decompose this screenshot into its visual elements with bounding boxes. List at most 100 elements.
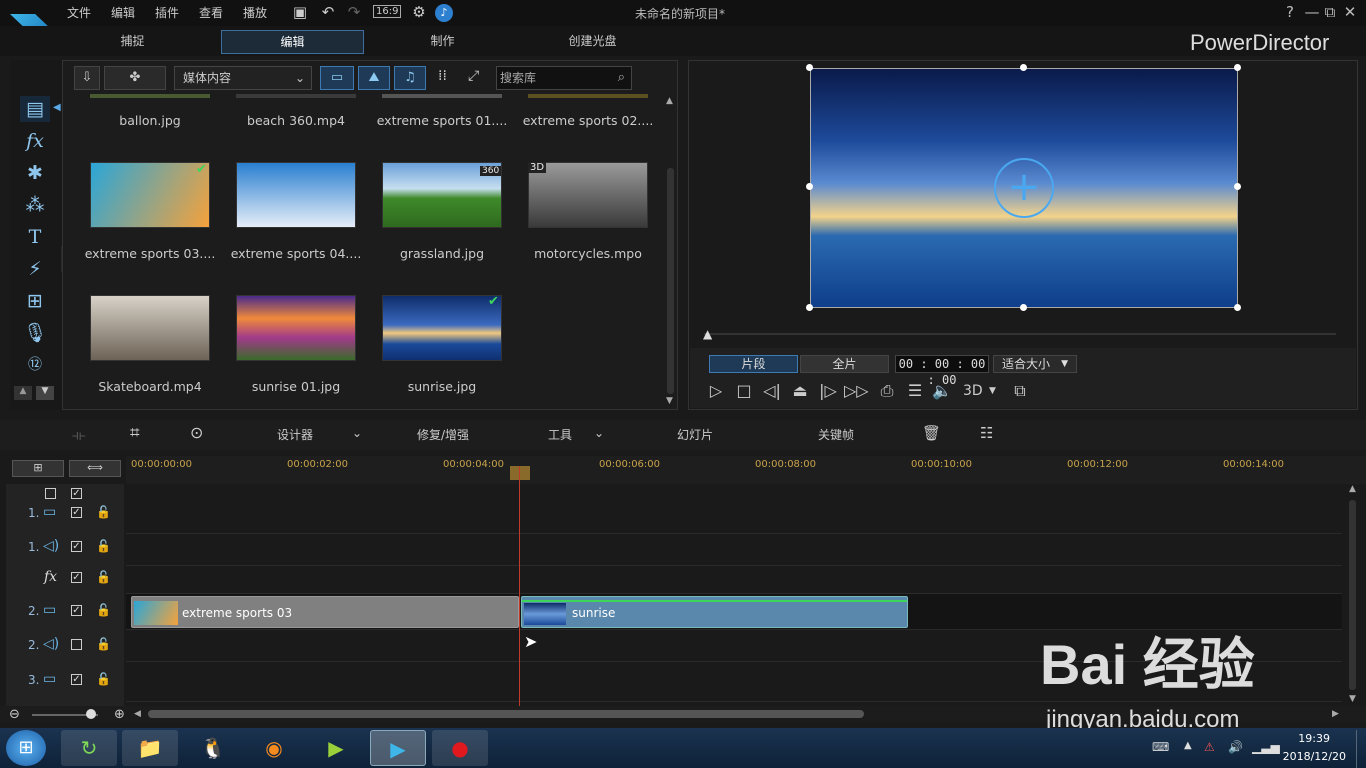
undock-window-icon[interactable]: ⧉ — [1008, 381, 1032, 401]
scroll-down-icon[interactable]: ▼ — [36, 386, 54, 400]
show-desktop-button[interactable] — [1356, 730, 1366, 768]
particle-room-icon[interactable]: ⁂ — [20, 192, 50, 218]
pip-room-icon[interactable]: ✱ — [20, 160, 50, 186]
lock-icon[interactable]: 🔓 — [96, 603, 111, 617]
library-search-input[interactable]: 搜索库 ⌕ — [496, 66, 632, 90]
chevron-down-icon[interactable]: ⌄ — [594, 426, 604, 440]
timeline-vscrollbar[interactable] — [1349, 500, 1356, 690]
library-scrollbar[interactable] — [667, 168, 674, 394]
lock-icon[interactable]: 🔓 — [96, 570, 111, 584]
minimize-button[interactable]: — — [1302, 3, 1322, 21]
filter-image-icon[interactable]: ⛰ — [358, 66, 390, 90]
split-marker-icon[interactable]: ⏏ — [788, 381, 812, 400]
sort-grid-icon[interactable]: ⁞⁞ — [438, 68, 447, 84]
track-enable-checkbox[interactable]: ✓ — [71, 572, 82, 583]
scroll-down-arrow-icon[interactable]: ▼ — [1349, 694, 1356, 704]
transition-room-icon[interactable]: ⚡ — [20, 256, 50, 282]
fit-timeline-icon[interactable]: ⟺ — [69, 460, 121, 477]
taskbar-powerdirector-icon[interactable]: ▶ — [370, 730, 426, 766]
seek-slider-handle[interactable]: ▲ — [703, 327, 712, 341]
media-room-icon[interactable]: ▤ — [20, 96, 50, 122]
track-lane[interactable] — [126, 500, 1342, 534]
aspect-ratio-button[interactable]: 16:9 — [373, 5, 402, 18]
network-warning-icon[interactable]: ⚠ — [1204, 740, 1215, 754]
taskbar-media-icon[interactable]: ▶ — [308, 730, 364, 766]
scroll-down-arrow-icon[interactable]: ▼ — [666, 396, 673, 406]
redo-icon[interactable]: ↷ — [344, 3, 364, 21]
media-content-select[interactable]: 媒体内容 ⌄ — [174, 66, 312, 90]
undo-icon[interactable]: ↶ — [318, 3, 338, 21]
dropdown-circle-icon[interactable]: ⊙ — [190, 423, 203, 442]
taskbar-qq-icon[interactable]: 🐧 — [185, 730, 241, 766]
resize-icon[interactable]: ⤢ — [468, 68, 479, 84]
resize-handle[interactable] — [1020, 304, 1027, 311]
lock-icon[interactable]: 🔓 — [96, 505, 111, 519]
fix-enhance-button[interactable]: 修复/增强 — [417, 426, 469, 443]
resize-handle[interactable] — [1234, 183, 1241, 190]
designer-button[interactable]: 设计器 — [277, 426, 313, 443]
track-manager-icon[interactable]: ⊞ — [12, 460, 64, 477]
chevron-down-icon[interactable]: ▼ — [989, 386, 996, 396]
settings-gear-icon[interactable]: ⚙ — [409, 3, 429, 21]
track-enable-checkbox[interactable]: ✓ — [71, 541, 82, 552]
notification-bell-icon[interactable]: ♪ — [435, 4, 453, 22]
taskbar-360-icon[interactable]: ↻ — [61, 730, 117, 766]
chapter-room-icon[interactable]: ⑫ — [20, 352, 50, 378]
taskbar-explorer-icon[interactable]: 📁 — [122, 730, 178, 766]
zoom-slider-handle[interactable] — [86, 709, 96, 719]
volume-icon[interactable]: 🔈 — [930, 381, 954, 400]
scroll-up-arrow-icon[interactable]: ▲ — [1349, 484, 1356, 494]
playhead-marker[interactable] — [510, 466, 530, 480]
stop-icon[interactable]: □ — [732, 381, 756, 400]
snapshot-camera-icon[interactable]: ⎙ — [875, 381, 899, 401]
tray-expand-icon[interactable]: ▲ — [1184, 740, 1192, 751]
zoom-fit-select[interactable]: 适合大小 ▼ — [993, 355, 1077, 373]
scroll-right-arrow-icon[interactable]: ▶ — [1332, 709, 1339, 719]
resize-handle[interactable] — [1020, 64, 1027, 71]
media-thumbnail-sunrise[interactable] — [382, 295, 502, 361]
resize-handle[interactable] — [806, 304, 813, 311]
timecode-display[interactable]: 00 : 00 : 00 : 00 — [895, 355, 989, 387]
lock-icon[interactable]: 🔓 — [96, 539, 111, 553]
play-icon[interactable]: ▷ — [704, 381, 728, 400]
menu-edit[interactable]: 编辑 — [111, 4, 135, 21]
start-windows-icon[interactable]: ⊞ — [6, 730, 46, 766]
subtitle-icon[interactable]: ☰ — [903, 381, 927, 400]
close-button[interactable]: ✕ — [1340, 3, 1360, 21]
clock-date[interactable]: 2018/12/20 — [1280, 750, 1346, 763]
3d-mode-button[interactable]: 3D — [963, 383, 983, 399]
track-enable-checkbox[interactable] — [71, 639, 82, 650]
import-media-icon[interactable]: ⇩ — [74, 66, 100, 90]
resize-handle[interactable] — [806, 183, 813, 190]
chevron-down-icon[interactable]: ⌄ — [352, 426, 362, 440]
track-enable-checkbox[interactable]: ✓ — [71, 674, 82, 685]
restore-button[interactable]: ⧉ — [1320, 3, 1340, 21]
next-frame-icon[interactable]: |▷ — [816, 381, 840, 400]
keyboard-icon[interactable]: ⌨ — [1152, 740, 1169, 754]
media-thumbnail[interactable] — [90, 94, 210, 98]
resize-handle[interactable] — [1234, 304, 1241, 311]
media-thumbnail-sunrise-01[interactable] — [236, 295, 356, 361]
timeline-hscrollbar[interactable] — [148, 710, 864, 718]
menu-plugins[interactable]: 插件 — [155, 4, 179, 21]
delete-trash-icon[interactable]: 🗑 — [922, 424, 941, 442]
menu-file[interactable]: 文件 — [67, 4, 91, 21]
select-all-checkbox[interactable] — [45, 488, 56, 499]
timeline-clip[interactable]: extreme sports 03 — [131, 596, 519, 628]
clip-mode-button[interactable]: 片段 — [709, 355, 798, 373]
menu-room-icon[interactable]: ⊞ — [20, 288, 50, 314]
scroll-up-icon[interactable]: ▲ — [14, 386, 32, 400]
zoom-out-icon[interactable]: ⊖ — [9, 707, 20, 722]
more-options-icon[interactable]: ☷ — [980, 424, 993, 442]
timeline-clip[interactable]: sunrise — [521, 596, 908, 628]
split-icon[interactable]: ⟛ — [72, 426, 86, 444]
taskbar-firefox-icon[interactable]: ◉ — [246, 730, 302, 766]
menu-play[interactable]: 播放 — [243, 4, 267, 21]
enable-all-checkbox[interactable]: ✓ — [71, 488, 82, 499]
tab-create-disc[interactable]: 创建光盘 — [520, 30, 665, 54]
tab-produce[interactable]: 制作 — [370, 30, 515, 54]
tools-button[interactable]: 工具 — [548, 426, 572, 443]
scroll-left-arrow-icon[interactable]: ◀ — [134, 709, 141, 719]
track-enable-checkbox[interactable]: ✓ — [71, 605, 82, 616]
add-crosshair-icon[interactable]: + — [994, 158, 1054, 218]
